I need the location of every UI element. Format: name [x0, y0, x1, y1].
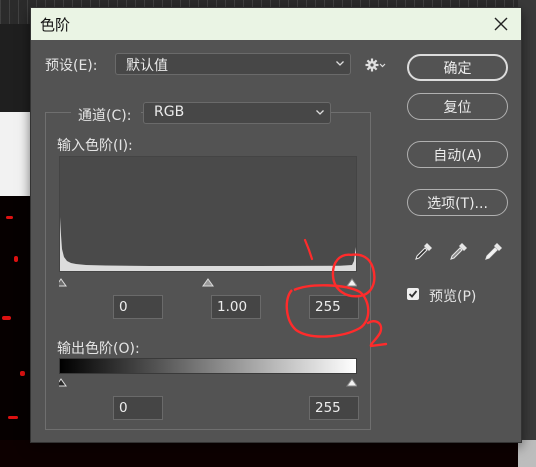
panel-edge-light — [518, 440, 536, 467]
ok-button[interactable]: 确定 — [407, 54, 508, 81]
preset-value: 默认值 — [126, 58, 168, 74]
input-midtone-field[interactable]: 1.00 — [211, 295, 261, 319]
output-gradient-bar — [59, 358, 357, 374]
shadow-eyedropper-icon — [415, 243, 432, 260]
canvas-white-area — [0, 112, 34, 196]
channel-label: 通道(C): — [78, 108, 132, 124]
chevron-down-icon — [316, 110, 324, 115]
highlight-eyedropper-button[interactable] — [483, 240, 505, 262]
output-highlight-field[interactable]: 255 — [309, 396, 359, 420]
input-highlight-handle — [346, 278, 358, 287]
preset-label: 预设(E): — [45, 58, 98, 74]
channel-value: RGB — [154, 104, 185, 120]
levels-dialog: 色阶 预设(E): 默认值 通道(C): RGB 输入色阶(I): 0 1.00… — [31, 8, 521, 442]
auto-button[interactable]: 自动(A) — [407, 141, 508, 168]
histogram-graph — [60, 217, 356, 271]
chevron-down-icon — [336, 61, 344, 66]
input-levels-label: 输入色阶(I): — [57, 138, 133, 154]
output-levels-label: 输出色阶(O): — [57, 341, 140, 357]
options-button[interactable]: 选项(T)... — [407, 189, 508, 216]
close-icon — [494, 17, 508, 31]
output-levels-slider[interactable] — [55, 375, 358, 389]
gear-icon — [365, 58, 386, 72]
preset-options-button[interactable] — [364, 56, 386, 74]
highlight-eyedropper-icon — [485, 243, 502, 260]
preview-label: 预览(P) — [429, 289, 477, 305]
canvas-bottom-area — [0, 440, 536, 467]
input-levels-slider[interactable] — [55, 275, 358, 293]
output-highlight-handle — [346, 378, 358, 387]
histogram — [59, 156, 357, 272]
channel-select[interactable]: RGB — [143, 102, 331, 124]
input-highlight-field[interactable]: 255 — [309, 295, 359, 319]
dialog-title: 色阶 — [40, 16, 71, 34]
input-shadow-handle — [55, 278, 67, 287]
preset-select[interactable]: 默认值 — [115, 53, 351, 75]
midtone-eyedropper-button[interactable] — [448, 240, 470, 262]
canvas-image-area — [0, 196, 34, 467]
input-shadow-field[interactable]: 0 — [113, 295, 163, 319]
dialog-titlebar[interactable]: 色阶 — [31, 8, 521, 40]
checkmark-icon — [408, 290, 418, 298]
preview-checkbox[interactable] — [407, 288, 419, 300]
shadow-eyedropper-button[interactable] — [413, 240, 435, 262]
input-midtone-handle — [202, 278, 214, 287]
output-shadow-handle — [55, 378, 67, 387]
midtone-eyedropper-icon — [450, 243, 467, 260]
reset-button[interactable]: 复位 — [407, 93, 508, 120]
close-button[interactable] — [489, 12, 513, 36]
output-shadow-field[interactable]: 0 — [113, 396, 163, 420]
